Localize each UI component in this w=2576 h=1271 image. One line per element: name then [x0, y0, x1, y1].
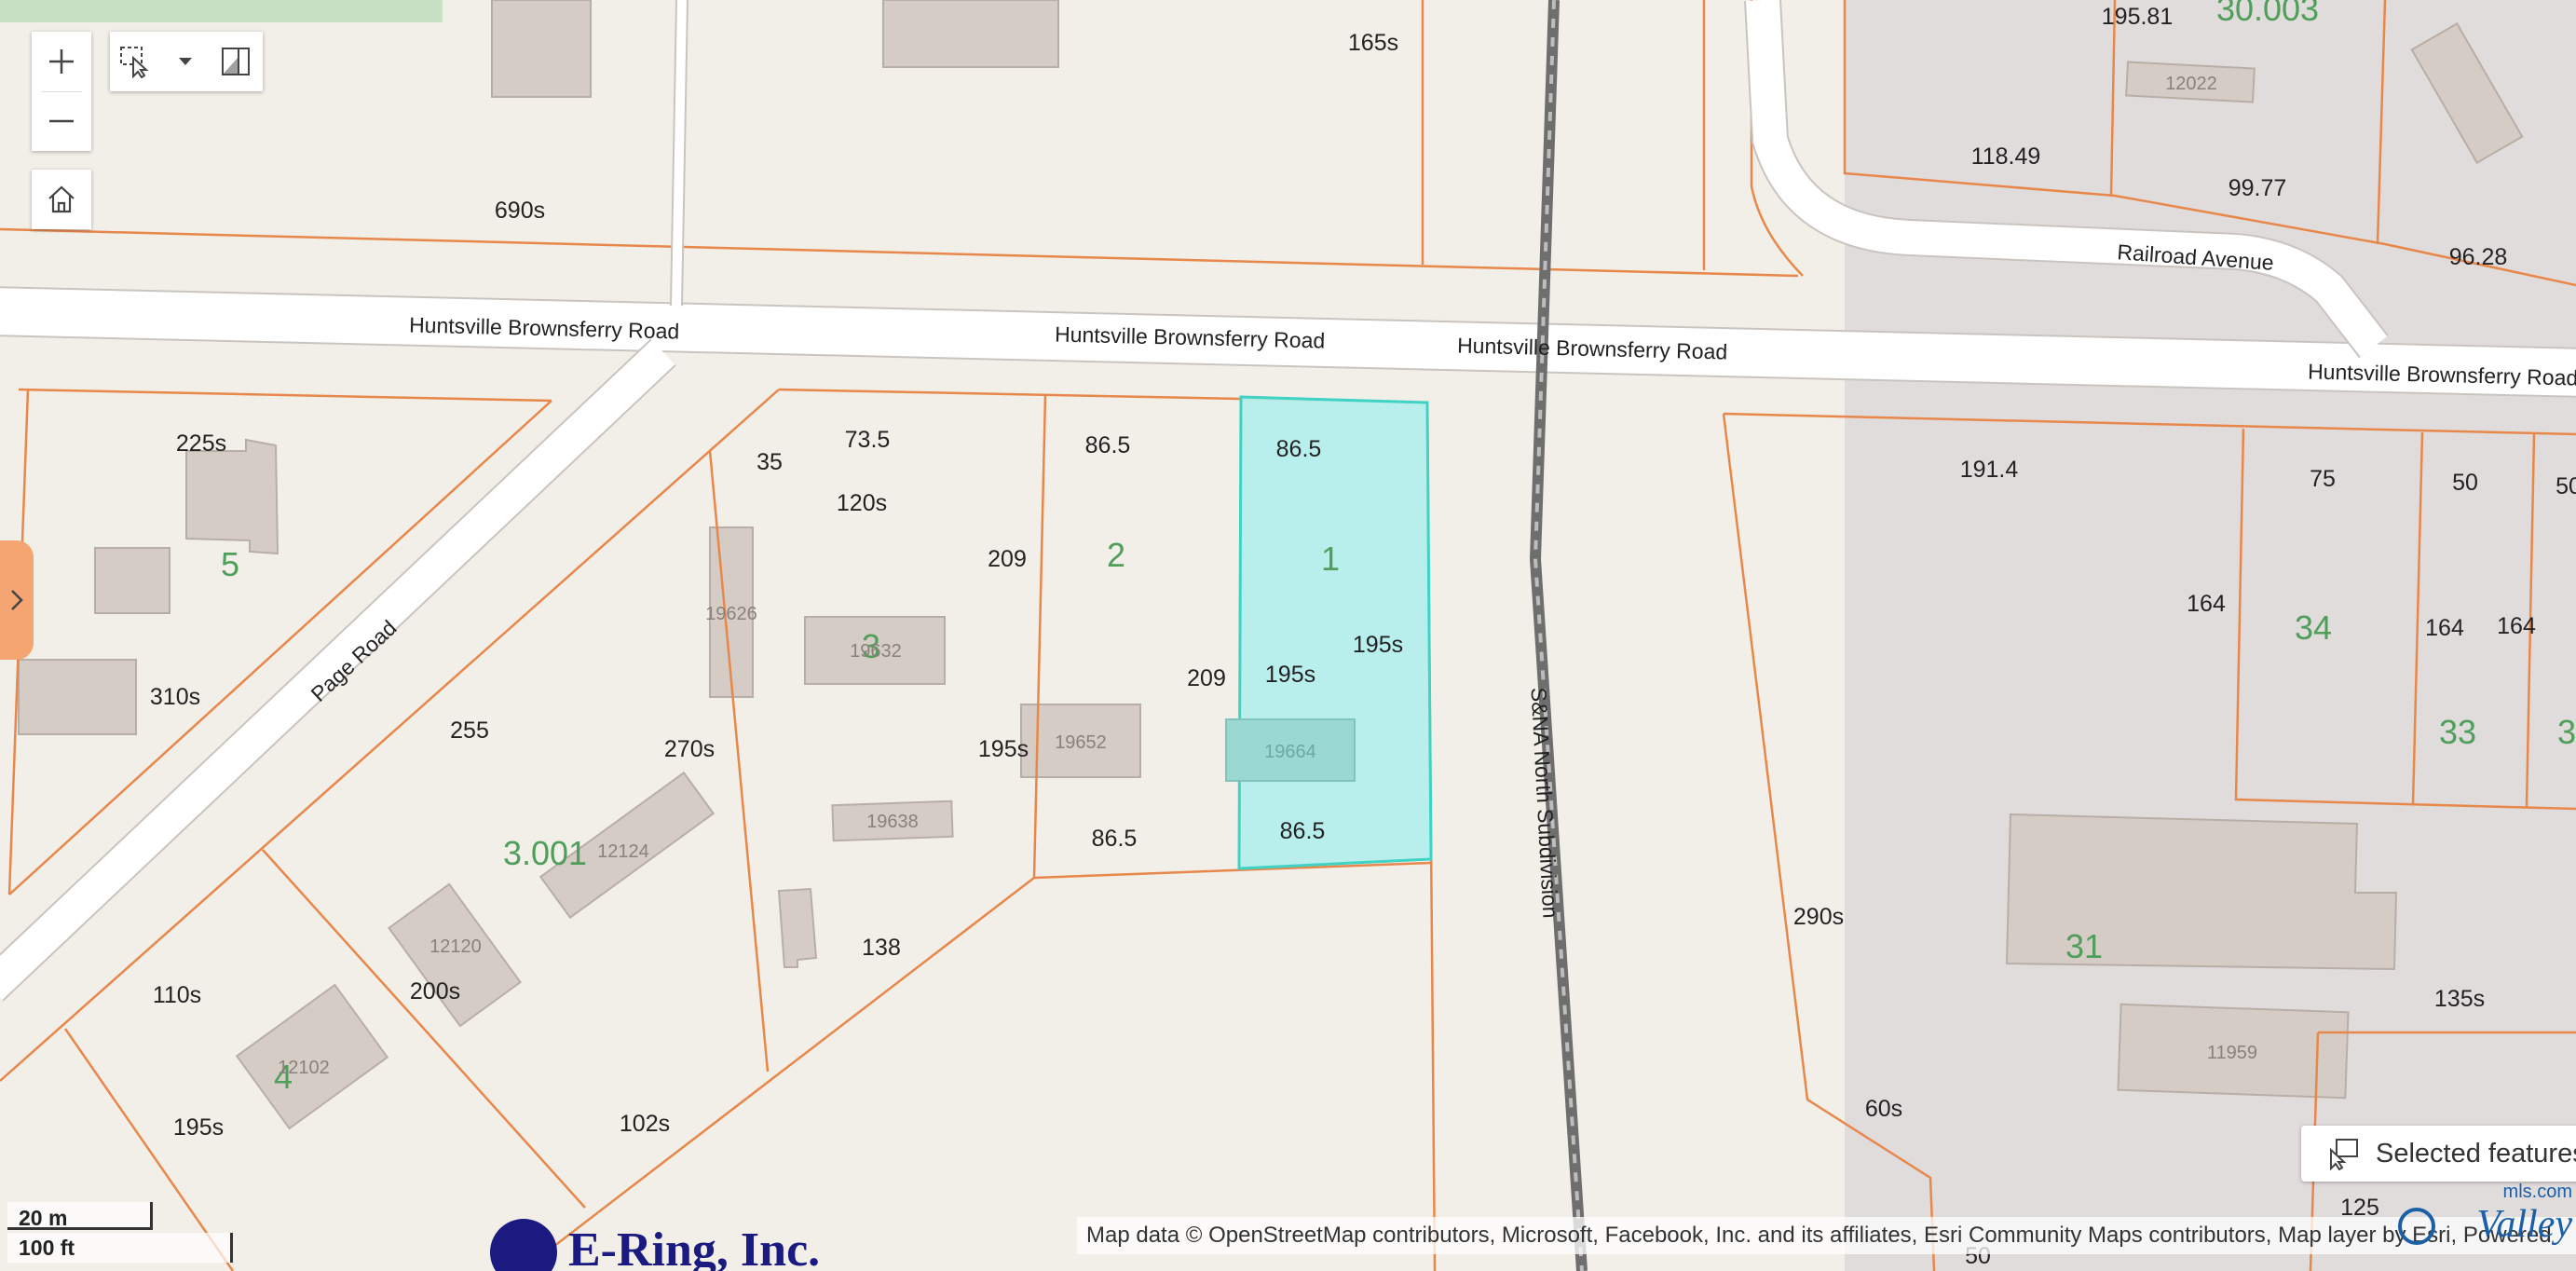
dimension-label: 164: [2187, 591, 2226, 617]
minus-icon: [49, 119, 74, 123]
building: [882, 0, 1059, 68]
zoom-control: [32, 32, 91, 151]
address-label: 19632: [850, 641, 902, 662]
lot-number: 2: [1107, 536, 1125, 574]
dimension-label: 120s: [837, 490, 887, 516]
dimension-label: 110s: [153, 982, 201, 1008]
dimension-label: 102s: [620, 1111, 670, 1137]
building: [491, 0, 592, 98]
dimension-label: 86.5: [1280, 818, 1326, 844]
home-icon: [48, 185, 75, 213]
selected-features-icon: [2330, 1139, 2358, 1170]
logo-text: E-Ring, Inc.: [568, 1223, 821, 1271]
map-canvas[interactable]: Huntsville Brownsferry Road Huntsville B…: [0, 0, 2576, 1271]
dimension-label: 73.5: [845, 427, 891, 453]
home-control: [32, 170, 91, 229]
dimension-label: 50: [2556, 473, 2576, 499]
zoom-in-button[interactable]: [32, 32, 91, 91]
dimension-label: 200s: [410, 978, 460, 1004]
selection-toolbar: [110, 32, 263, 91]
address-label: 19626: [705, 604, 757, 624]
brand-mark: [2398, 1208, 2435, 1245]
address-label: 11959: [2207, 1043, 2257, 1063]
dimension-label: 50: [2452, 470, 2478, 496]
address-label: 12022: [2165, 74, 2217, 94]
dimension-label: 86.5: [1092, 826, 1138, 852]
dimension-label: 118.49: [1971, 144, 2041, 170]
select-tool-dropdown[interactable]: [160, 32, 211, 91]
address-label: 12120: [429, 936, 482, 957]
select-area-icon: [222, 48, 250, 75]
address-label: 19638: [866, 812, 919, 832]
building: [777, 887, 818, 968]
home-button[interactable]: [32, 170, 91, 229]
dimension-label: 138: [862, 935, 901, 961]
dimension-label: 165s: [1348, 30, 1398, 56]
dimension-label: 99.77: [2228, 175, 2287, 201]
dimension-label: 96.28: [2449, 244, 2508, 270]
scale-metric: 20 m: [7, 1202, 153, 1230]
dimension-label: 35: [756, 449, 783, 475]
zoom-divider: [41, 91, 82, 92]
dimension-label: 255: [450, 718, 489, 744]
park-area: [0, 0, 443, 22]
dimension-label: 60s: [1865, 1096, 1902, 1122]
dimension-label: 310s: [150, 684, 200, 710]
lot-number: 34: [2295, 608, 2332, 647]
lot-number: 33: [2439, 713, 2476, 751]
dimension-label: 209: [1187, 665, 1226, 691]
selected-features-button[interactable]: Selected features: [2301, 1126, 2576, 1182]
scale-bar: 20 m 100 ft: [7, 1202, 233, 1265]
dimension-label: 86.5: [1276, 436, 1322, 462]
dimension-label: 209: [988, 546, 1027, 572]
logo-mark: [490, 1219, 557, 1271]
dimension-label: 86.5: [1085, 432, 1131, 458]
scale-imperial: 100 ft: [7, 1233, 233, 1263]
caret-down-icon: [179, 58, 192, 65]
select-cursor-icon: [120, 47, 149, 78]
select-tool-button[interactable]: [110, 32, 160, 91]
lot-number: 5: [221, 545, 239, 583]
driveway: [672, 0, 687, 307]
dimension-label: 164: [2497, 613, 2536, 639]
dimension-label: 195s: [1265, 662, 1315, 688]
lot-number: 31: [2065, 927, 2103, 965]
expand-panel-tab[interactable]: [0, 540, 34, 660]
dimension-label: 164: [2425, 615, 2464, 641]
dimension-label: 191.4: [1960, 457, 2019, 483]
dimension-label: 270s: [664, 736, 715, 762]
selected-features-label: Selected features: [2376, 1138, 2576, 1168]
brand-domain: mls.com: [2502, 1182, 2572, 1202]
dimension-label: 690s: [495, 198, 545, 224]
address-label: 12124: [597, 841, 649, 862]
dimension-label: 225s: [176, 430, 226, 457]
dimension-label: 75: [2310, 466, 2336, 492]
dimension-label: 195s: [173, 1114, 224, 1141]
building: [185, 438, 279, 555]
map-attribution: Map data © OpenStreetMap contributors, M…: [1077, 1217, 2576, 1254]
address-label: 12102: [278, 1058, 330, 1078]
brand-name: Valley: [2476, 1203, 2572, 1246]
plus-icon: [49, 49, 74, 74]
building: [94, 547, 170, 614]
dimension-label: 195s: [1353, 632, 1403, 658]
dimension-label: 290s: [1793, 904, 1844, 930]
dimension-label: 195s: [978, 736, 1029, 762]
select-by-area-button[interactable]: [211, 32, 261, 91]
lot-number: 3.001: [503, 834, 587, 872]
address-label: 19652: [1055, 732, 1107, 753]
zoom-out-button[interactable]: [32, 91, 91, 151]
chevron-right-icon: [11, 590, 23, 610]
lot-number: 3: [2557, 713, 2576, 751]
company-logo: E-Ring, Inc.: [483, 1219, 837, 1271]
lot-number: 1: [1321, 540, 1340, 578]
brand-watermark: mls.com Valley: [2398, 1182, 2576, 1258]
lot-number: 30.003: [2216, 0, 2319, 28]
dimension-label: 135s: [2434, 986, 2485, 1012]
building: [18, 659, 137, 735]
dimension-label: 195.81: [2102, 4, 2173, 30]
address-label: 19664: [1264, 742, 1316, 762]
